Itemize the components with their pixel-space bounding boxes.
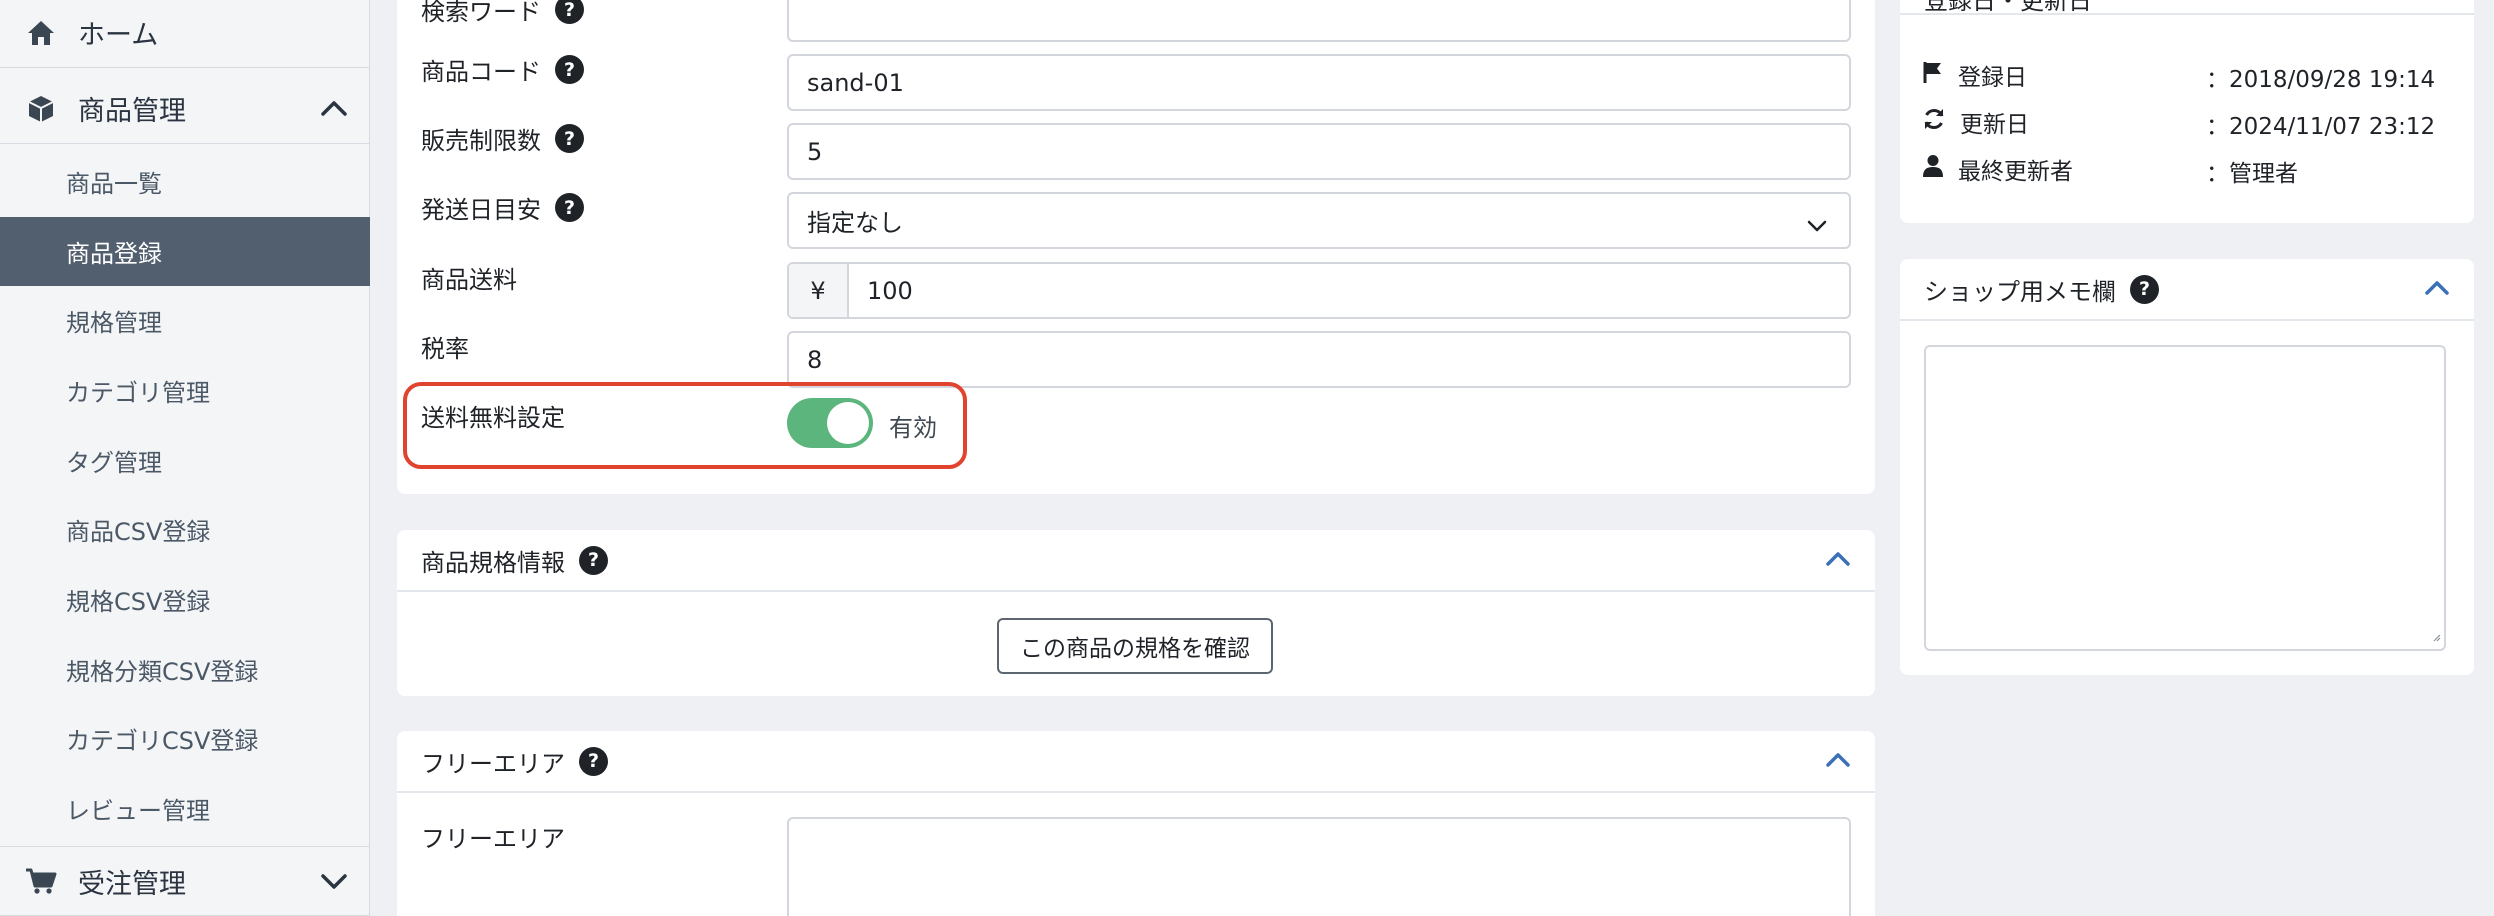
sidebar-item-spec-csv[interactable]: 規格CSV登録 bbox=[0, 565, 370, 634]
product-code-input[interactable]: sand-01 bbox=[787, 54, 1851, 111]
shipping-fee-input[interactable]: 100 bbox=[849, 277, 913, 305]
sidebar-item-label: ホーム bbox=[78, 20, 159, 51]
last-updater-value: ：管理者 bbox=[2206, 161, 2298, 187]
shop-memo-title: ショップ用メモ欄 bbox=[1924, 277, 2116, 306]
product-basic-card: 検索ワード? 商品コード? sand-01 販売制限数? 5 発送日目安? 指定… bbox=[397, 0, 1875, 494]
sidebar-item-spec-management[interactable]: 規格管理 bbox=[0, 286, 370, 355]
help-icon[interactable]: ? bbox=[555, 55, 584, 84]
chevron-up-icon[interactable] bbox=[320, 94, 348, 125]
free-area-title: フリーエリア bbox=[421, 749, 565, 778]
dates-card: 登録日・更新日 登録日 ：2018/09/28 19:14 更新日 ：2024/… bbox=[1900, 0, 2474, 223]
tax-rate-input[interactable]: 8 bbox=[787, 331, 1851, 388]
registered-date-value: ：2018/09/28 19:14 bbox=[2206, 67, 2436, 93]
free-area-field-label: フリーエリア bbox=[421, 825, 565, 853]
help-icon[interactable]: ? bbox=[2130, 274, 2159, 304]
tax-rate-label: 税率 bbox=[421, 335, 469, 363]
search-word-label: 検索ワード? bbox=[421, 0, 584, 27]
shop-memo-card: ショップ用メモ欄? bbox=[1900, 259, 2474, 675]
divider bbox=[1900, 13, 2474, 15]
cart-icon bbox=[24, 864, 58, 898]
shop-memo-textarea[interactable] bbox=[1924, 345, 2446, 651]
search-word-input[interactable] bbox=[787, 0, 1851, 42]
spec-info-card: 商品規格情報? この商品の規格を確認 bbox=[397, 530, 1875, 696]
chevron-down-icon bbox=[1807, 211, 1827, 239]
sidebar-item-home[interactable]: ホーム bbox=[0, 0, 370, 68]
delivery-estimate-select[interactable]: 指定なし bbox=[787, 192, 1851, 249]
help-icon[interactable]: ? bbox=[555, 0, 584, 24]
sidebar-item-product-register[interactable]: 商品登録 bbox=[0, 217, 370, 286]
shipping-fee-input-group: ¥ 100 bbox=[787, 262, 1851, 319]
box-icon bbox=[24, 92, 58, 126]
sidebar-item-review-management[interactable]: レビュー管理 bbox=[0, 774, 370, 843]
free-area-card: フリーエリア? フリーエリア bbox=[397, 731, 1875, 916]
chevron-up-icon[interactable] bbox=[2424, 275, 2450, 303]
help-icon[interactable]: ? bbox=[579, 545, 608, 575]
product-code-label: 商品コード? bbox=[421, 52, 584, 87]
free-shipping-label: 送料無料設定 bbox=[421, 404, 565, 432]
sidebar-item-category-management[interactable]: カテゴリ管理 bbox=[0, 356, 370, 425]
sidebar: ホーム 商品管理 商品一覧 商品登録 規格管理 カテゴリ管理 タグ管理 商品CS… bbox=[0, 0, 370, 916]
sale-limit-label: 販売制限数? bbox=[421, 121, 584, 156]
delivery-estimate-label: 発送日目安? bbox=[421, 190, 584, 225]
home-icon bbox=[24, 16, 58, 50]
check-spec-button[interactable]: この商品の規格を確認 bbox=[997, 618, 1273, 674]
chevron-up-icon[interactable] bbox=[1825, 546, 1851, 574]
free-area-header: フリーエリア? bbox=[397, 731, 1875, 793]
help-icon[interactable]: ? bbox=[555, 124, 584, 153]
free-shipping-toggle[interactable] bbox=[787, 398, 873, 448]
last-updater-row: 最終更新者 bbox=[1922, 152, 2073, 186]
sidebar-item-product-list[interactable]: 商品一覧 bbox=[0, 147, 370, 216]
flag-icon bbox=[1922, 60, 1944, 90]
updated-date-value: ：2024/11/07 23:12 bbox=[2206, 114, 2436, 140]
toggle-knob bbox=[827, 402, 869, 444]
registered-date-row: 登録日 bbox=[1922, 58, 2027, 92]
user-icon bbox=[1922, 154, 1944, 184]
updated-date-row: 更新日 bbox=[1922, 105, 2029, 139]
chevron-up-icon[interactable] bbox=[1825, 747, 1851, 775]
sidebar-item-category-csv[interactable]: カテゴリCSV登録 bbox=[0, 704, 370, 773]
free-shipping-state: 有効 bbox=[889, 414, 937, 442]
spec-info-header: 商品規格情報? bbox=[397, 530, 1875, 592]
refresh-icon bbox=[1922, 107, 1946, 137]
help-icon[interactable]: ? bbox=[555, 193, 584, 222]
spec-info-title: 商品規格情報 bbox=[421, 548, 565, 577]
sidebar-item-label: 受注管理 bbox=[78, 868, 186, 900]
sidebar-item-tag-management[interactable]: タグ管理 bbox=[0, 426, 370, 495]
sidebar-item-label: 商品管理 bbox=[78, 96, 186, 127]
sale-limit-input[interactable]: 5 bbox=[787, 123, 1851, 180]
sidebar-item-product-csv[interactable]: 商品CSV登録 bbox=[0, 495, 370, 564]
shipping-fee-label: 商品送料 bbox=[421, 266, 517, 294]
shop-memo-header: ショップ用メモ欄? bbox=[1900, 259, 2474, 321]
sidebar-item-product-management[interactable]: 商品管理 bbox=[0, 74, 370, 144]
resize-handle-icon[interactable] bbox=[2431, 620, 2441, 648]
sidebar-item-order-management[interactable]: 受注管理 bbox=[0, 846, 370, 916]
chevron-down-icon[interactable] bbox=[320, 867, 348, 898]
sidebar-item-spec-class-csv[interactable]: 規格分類CSV登録 bbox=[0, 635, 370, 704]
help-icon[interactable]: ? bbox=[579, 746, 608, 776]
chevron-up-icon[interactable] bbox=[2424, 0, 2450, 6]
currency-addon: ¥ bbox=[789, 264, 849, 317]
free-area-textarea[interactable] bbox=[787, 817, 1851, 916]
